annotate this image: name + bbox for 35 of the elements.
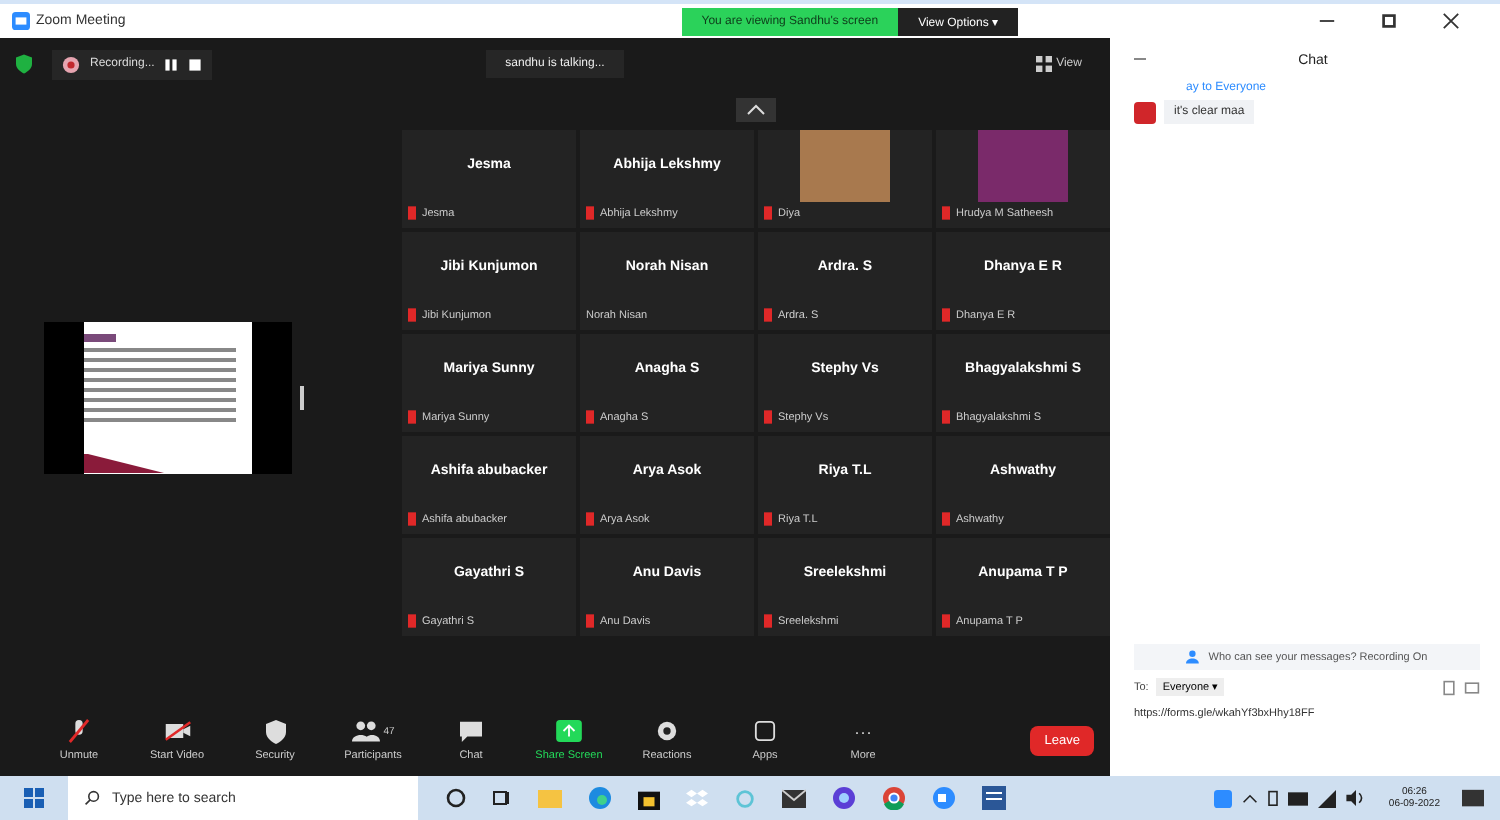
- close-icon[interactable]: [1442, 12, 1460, 30]
- video-off-icon: [163, 718, 191, 744]
- store-icon[interactable]: [638, 787, 660, 809]
- stop-icon[interactable]: [188, 57, 203, 71]
- search-icon: [84, 790, 100, 806]
- file-icon[interactable]: [1442, 679, 1456, 695]
- battery-icon[interactable]: [1268, 790, 1279, 806]
- chat-bubble-icon: [458, 718, 484, 744]
- recording-icon: [62, 55, 80, 73]
- grid-icon: [1036, 56, 1053, 72]
- photo-placeholder: [800, 130, 890, 202]
- people-icon: [1186, 650, 1203, 664]
- shield-icon: [265, 718, 285, 744]
- photo-placeholder: [978, 130, 1068, 202]
- apps-icon: [754, 718, 776, 744]
- chevron-up-icon[interactable]: [1242, 793, 1259, 803]
- browser-icon[interactable]: [832, 786, 856, 810]
- video-camera-icon[interactable]: [932, 786, 956, 810]
- resize-handle[interactable]: [300, 385, 304, 409]
- muted-microphone-icon: [68, 718, 90, 744]
- mail-icon[interactable]: [782, 788, 806, 808]
- screenshot-icon[interactable]: [1464, 679, 1480, 695]
- task-view-icon[interactable]: [492, 788, 512, 808]
- reactions-icon: [656, 718, 678, 744]
- speaker-icon[interactable]: [1346, 790, 1367, 806]
- wifi-icon[interactable]: [1318, 789, 1337, 807]
- shield-icon[interactable]: [16, 54, 32, 74]
- pause-icon[interactable]: [164, 57, 179, 71]
- chevron-up-icon[interactable]: [736, 98, 776, 122]
- browser-icon[interactable]: [588, 786, 612, 810]
- start-icon[interactable]: [24, 788, 44, 808]
- restore-icon[interactable]: [1380, 12, 1398, 30]
- avatar: [1134, 101, 1156, 123]
- share-arrow-icon: [556, 718, 582, 744]
- circle-icon[interactable]: [446, 788, 466, 808]
